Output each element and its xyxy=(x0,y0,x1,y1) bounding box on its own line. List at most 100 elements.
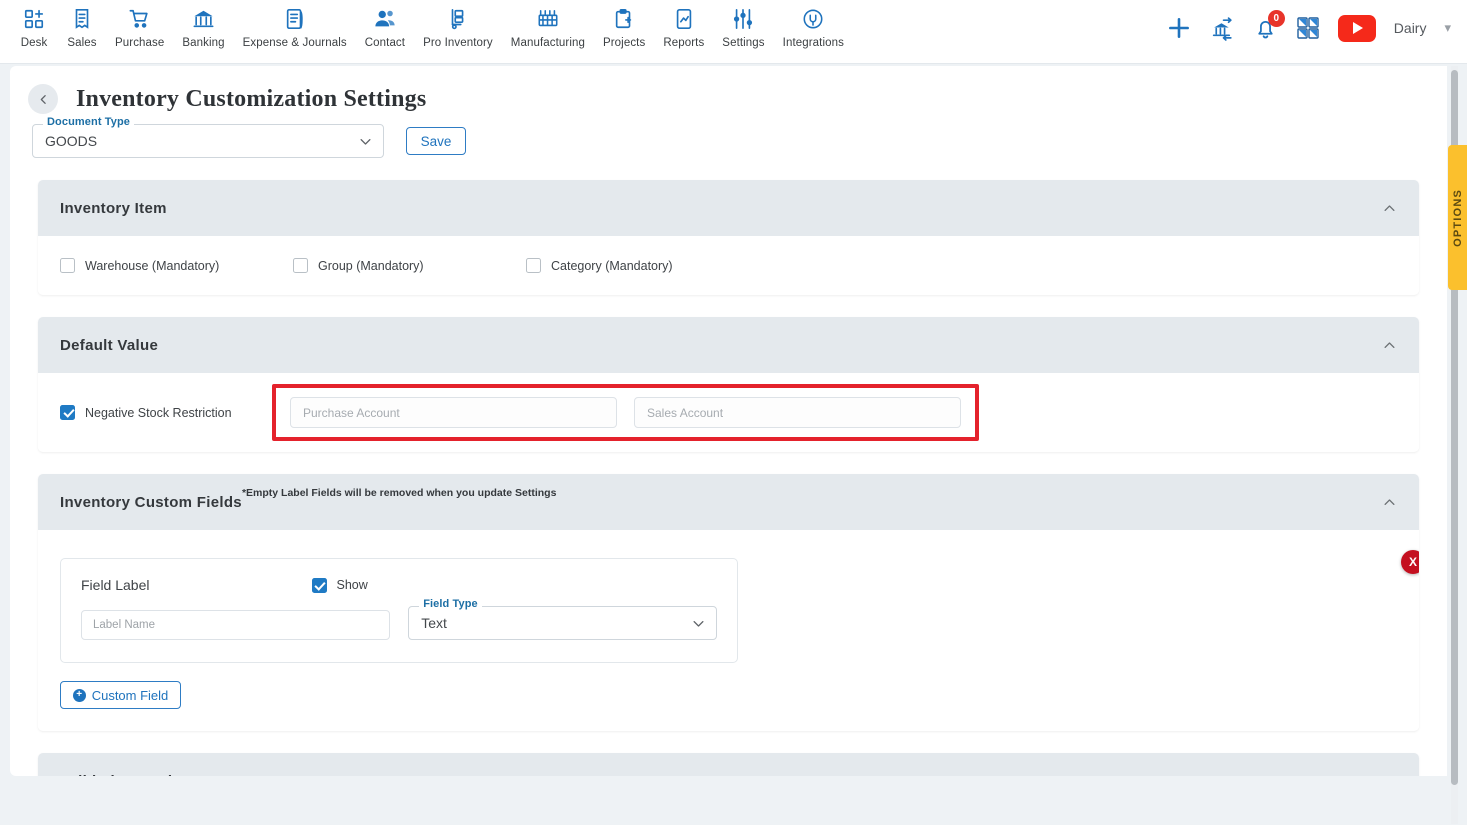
top-navigation-bar: Desk Sales Purchase Banking Expense & Jo… xyxy=(0,0,1467,64)
checkbox-box[interactable] xyxy=(60,258,75,273)
checkbox-box[interactable] xyxy=(60,405,75,420)
back-button[interactable] xyxy=(28,84,58,114)
section-header-custom-fields[interactable]: Inventory Custom Fields *Empty Label Fie… xyxy=(38,474,1419,530)
nav-item-manufacturing[interactable]: Manufacturing xyxy=(502,6,594,49)
default-value-row: Negative Stock Restriction Purchase Acco… xyxy=(60,384,1397,441)
chevron-left-icon xyxy=(40,94,46,104)
nav-label: Pro Inventory xyxy=(423,37,493,49)
checkbox-category-mandatory[interactable]: Category (Mandatory) xyxy=(526,258,759,273)
grid-apps-icon[interactable] xyxy=(1296,16,1320,40)
options-side-tab[interactable]: OPTIONS xyxy=(1448,145,1467,290)
document-lines-icon xyxy=(284,6,306,32)
nav-label: Desk xyxy=(20,37,48,49)
save-button[interactable]: Save xyxy=(406,127,466,155)
nav-label: Integrations xyxy=(782,37,844,49)
nav-item-pro-inventory[interactable]: Pro Inventory xyxy=(414,6,502,49)
label-name-input[interactable]: Label Name xyxy=(81,610,391,640)
custom-field-row-wrap: Field Label Show Label Name Field Type T… xyxy=(60,550,1419,663)
section-body-inventory-item: Warehouse (Mandatory) Group (Mandatory) … xyxy=(38,236,1419,295)
hand-truck-icon xyxy=(447,6,469,32)
section-inventory-custom-fields: Inventory Custom Fields *Empty Label Fie… xyxy=(38,474,1419,731)
options-side-tab-label: OPTIONS xyxy=(1451,188,1464,247)
add-custom-field-button[interactable]: + Custom Field xyxy=(60,681,181,709)
nav-label: Banking xyxy=(182,37,225,49)
nav-item-sales[interactable]: Sales xyxy=(58,6,106,49)
section-inventory-item: Inventory Item Warehouse (Mandatory) Gro… xyxy=(38,180,1419,295)
plus-circle-icon: + xyxy=(72,688,86,702)
chevron-up-icon[interactable] xyxy=(1382,201,1397,216)
custom-field-card: Field Label Show Label Name Field Type T… xyxy=(60,558,738,663)
nav-item-banking[interactable]: Banking xyxy=(173,6,233,49)
plus-icon[interactable] xyxy=(1166,15,1192,41)
nav-item-purchase[interactable]: Purchase xyxy=(106,6,173,49)
field-label-title: Field Label xyxy=(81,577,150,593)
section-header-inventory-item[interactable]: Inventory Item xyxy=(38,180,1419,236)
section-title: Inventory Item xyxy=(60,199,167,217)
purchase-account-input[interactable]: Purchase Account xyxy=(290,397,617,428)
section-body-custom-fields: Field Label Show Label Name Field Type T… xyxy=(38,530,1419,731)
nav-label: Sales xyxy=(67,37,97,49)
checkbox-label: Category (Mandatory) xyxy=(551,258,673,273)
factory-icon xyxy=(536,6,560,32)
bank-transfer-icon[interactable] xyxy=(1210,16,1235,41)
field-type-label: Field Type xyxy=(419,598,482,610)
chevron-up-icon[interactable] xyxy=(1382,338,1397,353)
chevron-up-icon[interactable] xyxy=(1382,774,1397,777)
custom-field-top-row: Field Label Show xyxy=(81,577,717,593)
report-chart-icon xyxy=(673,6,695,32)
chevron-down-icon[interactable]: ▾ xyxy=(1444,20,1451,36)
nav-item-reports[interactable]: Reports xyxy=(654,6,713,49)
checkbox-negative-stock-restriction[interactable]: Negative Stock Restriction xyxy=(60,405,272,420)
nav-label: Manufacturing xyxy=(510,37,585,49)
section-note: *Empty Label Fields will be removed when… xyxy=(241,487,557,499)
delete-custom-field-button[interactable]: X xyxy=(1401,550,1419,574)
nav-label: Expense & Journals xyxy=(242,37,347,49)
checkbox-label: Negative Stock Restriction xyxy=(85,405,232,420)
document-type-label: Document Type xyxy=(43,116,134,128)
checkbox-label: Show xyxy=(336,578,368,592)
section-header-validation[interactable]: Validation Setting xyxy=(38,753,1419,776)
checkbox-box[interactable] xyxy=(311,577,327,593)
nav-label: Contact xyxy=(364,37,406,49)
section-header-default-value[interactable]: Default Value xyxy=(38,317,1419,373)
page-title: Inventory Customization Settings xyxy=(76,85,427,112)
top-nav-right-actions: 0 Dairy ▾ xyxy=(1166,0,1467,56)
nav-item-integrations[interactable]: Integrations xyxy=(774,6,853,49)
checkbox-box[interactable] xyxy=(293,258,308,273)
custom-field-inputs: Label Name Field Type Text xyxy=(81,598,717,640)
organization-name: Dairy xyxy=(1393,20,1427,36)
nav-label: Purchase xyxy=(115,37,165,49)
main-content-panel: Inventory Customization Settings Documen… xyxy=(10,66,1447,776)
nav-label: Projects xyxy=(602,37,646,49)
page-header: Inventory Customization Settings xyxy=(10,66,1447,114)
inventory-item-checkbox-group: Warehouse (Mandatory) Group (Mandatory) … xyxy=(60,258,1397,273)
document-type-value: GOODS xyxy=(45,133,98,149)
document-type-select[interactable]: Document Type GOODS xyxy=(32,116,384,158)
nav-item-expense-journals[interactable]: Expense & Journals xyxy=(234,6,356,49)
nav-item-desk[interactable]: Desk xyxy=(10,6,58,49)
section-title: Default Value xyxy=(60,336,159,354)
clipboard-plus-icon xyxy=(613,6,635,32)
checkbox-warehouse-mandatory[interactable]: Warehouse (Mandatory) xyxy=(60,258,293,273)
checkbox-show[interactable]: Show xyxy=(311,577,368,593)
chevron-up-icon[interactable] xyxy=(1382,495,1397,510)
sales-account-input[interactable]: Sales Account xyxy=(634,397,961,428)
checkbox-box[interactable] xyxy=(526,258,541,273)
bell-icon[interactable]: 0 xyxy=(1253,9,1285,41)
section-title: Validation Setting xyxy=(60,773,191,777)
scroll-container: Inventory Customization Settings Documen… xyxy=(10,66,1447,776)
plug-circle-icon xyxy=(802,6,824,32)
shopping-cart-icon xyxy=(128,6,151,32)
nav-label: Settings xyxy=(722,37,765,49)
youtube-play-icon[interactable] xyxy=(1337,14,1376,42)
checkbox-group-mandatory[interactable]: Group (Mandatory) xyxy=(293,258,526,273)
dashboard-add-icon xyxy=(23,6,45,32)
nav-item-projects[interactable]: Projects xyxy=(594,6,654,49)
field-type-select[interactable]: Field Type Text xyxy=(408,598,717,640)
document-type-row: Document Type GOODS Save xyxy=(10,114,1447,158)
people-icon xyxy=(373,6,397,32)
nav-item-contact[interactable]: Contact xyxy=(356,6,414,49)
chevron-down-icon xyxy=(358,134,373,149)
nav-label: Reports xyxy=(663,37,705,49)
nav-item-settings[interactable]: Settings xyxy=(713,6,773,49)
